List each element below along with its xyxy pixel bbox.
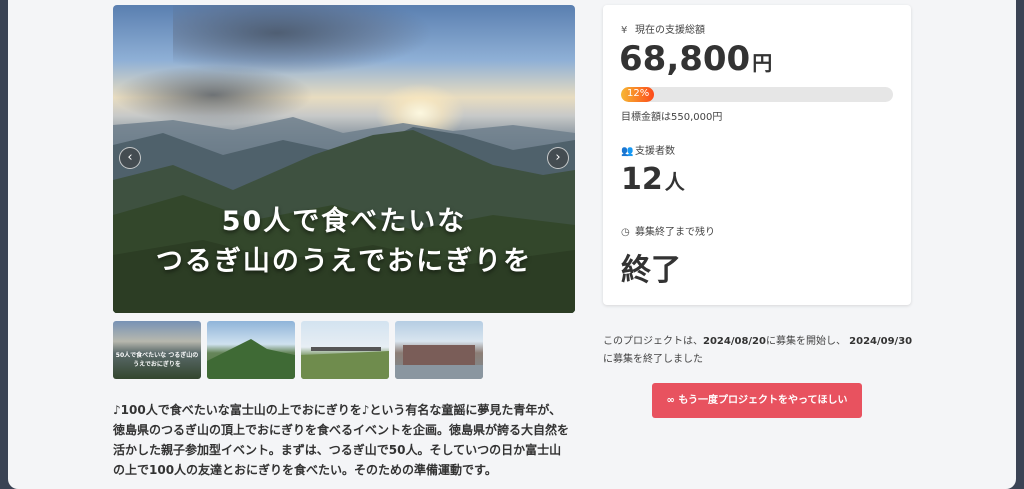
request-again-label: もう一度プロジェクトをやってほしい bbox=[678, 395, 848, 406]
clock-icon: ◷ bbox=[621, 227, 630, 238]
thumbnail-1[interactable]: 50人で食べたいな つるぎ山のうえでおにぎりを bbox=[113, 321, 201, 379]
project-description: ♪100人で食べたいな富士山の上でおにぎりを♪という有名な童謡に夢見た青年が、徳… bbox=[113, 403, 570, 477]
mountain-photo bbox=[207, 339, 295, 379]
carousel-next-button[interactable]: › bbox=[547, 147, 569, 169]
chevron-right-icon: › bbox=[555, 150, 561, 165]
end-date: 2024/09/30 bbox=[849, 336, 913, 347]
users-icon: 👥 bbox=[621, 146, 634, 157]
thumbnail-caption: 50人で食べたいな つるぎ山のうえでおにぎりを bbox=[115, 352, 199, 368]
request-again-button[interactable]: ∞ もう一度プロジェクトをやってほしい bbox=[652, 383, 862, 418]
hero-title-line1: 50人で食べたいな bbox=[221, 206, 467, 237]
chevron-left-icon: ‹ bbox=[127, 150, 133, 165]
thumbnail-2[interactable] bbox=[207, 321, 295, 379]
total-amount: 68,800 円 bbox=[619, 39, 773, 79]
supporters-count: 12 人 bbox=[621, 162, 685, 197]
supporters-label: 👥 支援者数 bbox=[621, 146, 675, 157]
remaining-label: ◷ 募集終了まで残り bbox=[621, 227, 715, 238]
stats-card: ¥ 現在の支援総額 68,800 円 12% 目標金額は550,000円 👥 支援者数… bbox=[603, 5, 911, 305]
start-date: 2024/08/20 bbox=[703, 336, 766, 347]
funding-progress-bar: 12% bbox=[621, 87, 893, 102]
goal-amount: 目標金額は550,000円 bbox=[621, 112, 723, 123]
group-photo bbox=[395, 345, 483, 379]
yen-icon: ¥ bbox=[621, 25, 628, 36]
project-period-note: このプロジェクトは、2024/08/20に募集を開始し、 2024/09/30に… bbox=[603, 336, 913, 365]
thumbnail-4[interactable] bbox=[395, 321, 483, 379]
hikers-photo bbox=[301, 347, 389, 379]
total-label: ¥ 現在の支援総額 bbox=[621, 25, 705, 36]
hero-title-line2: つるぎ山のうえでおにぎりを bbox=[155, 246, 533, 277]
remaining-value: 終了 bbox=[621, 253, 681, 288]
hero-image-carousel[interactable]: 50人で食べたいな つるぎ山のうえでおにぎりを ‹ › bbox=[113, 5, 575, 313]
progress-percent: 12% bbox=[627, 88, 650, 99]
infinity-icon: ∞ bbox=[666, 395, 675, 406]
thumbnail-3[interactable] bbox=[301, 321, 389, 379]
carousel-prev-button[interactable]: ‹ bbox=[119, 147, 141, 169]
